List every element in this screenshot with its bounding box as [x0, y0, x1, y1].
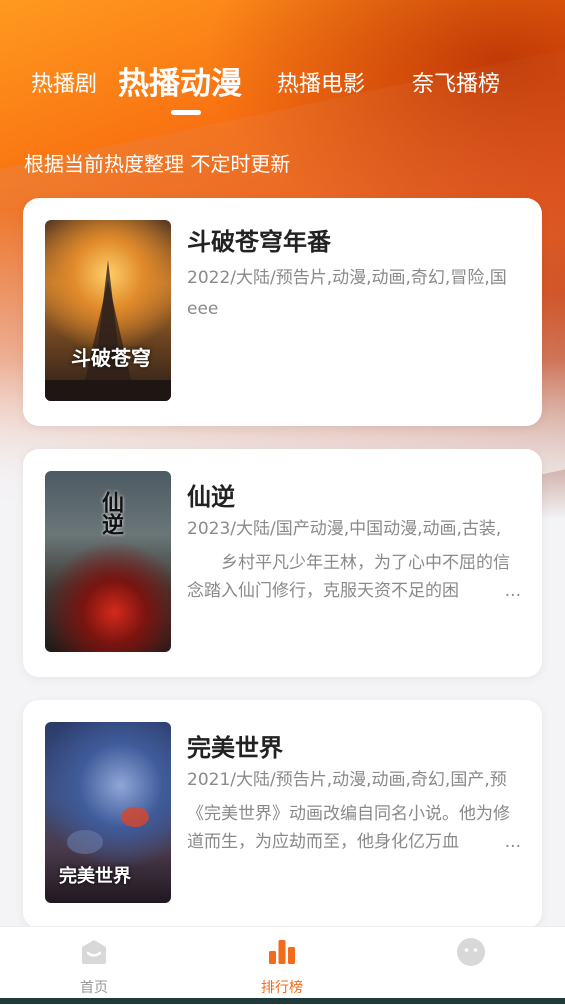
poster-title-text: 仙逆 — [98, 491, 124, 535]
card-description: 《完美世界》动画改编自同名小说。他为修道而生，为应劫而至，他身化亿万血 ... — [187, 800, 521, 856]
nav-ranking[interactable]: 排行榜 — [222, 927, 342, 1005]
card-description-text: 乡村平凡少年王林，为了心中不屈的信念踏入仙门修行，克服天资不足的困 — [187, 553, 510, 601]
nav-profile[interactable] — [411, 927, 531, 1005]
tab-hot-anime[interactable]: 热播动漫 — [118, 58, 242, 103]
ellipsis: ... — [498, 828, 521, 856]
poster-title-text: 斗破苍穹 — [71, 346, 151, 370]
poster-title-text: 完美世界 — [59, 866, 131, 887]
card-title[interactable]: 完美世界 — [187, 728, 283, 763]
tab-hot-movie[interactable]: 热播电影 — [277, 66, 365, 98]
card-meta: 2022/大陆/预告片,动漫,动画,奇幻,冒险,国eee — [187, 268, 507, 319]
anime-card[interactable]: 完美世界 完美世界 2021/大陆/预告片,动漫,动画,奇幻,国产,预 《完美世… — [23, 700, 542, 928]
card-meta: 2021/大陆/预告片,动漫,动画,奇幻,国产,预 — [187, 770, 507, 790]
nav-ranking-label: 排行榜 — [261, 980, 303, 996]
ranking-subtitle: 根据当前热度整理 不定时更新 — [24, 152, 291, 176]
nav-home-label: 首页 — [80, 980, 108, 996]
home-icon — [82, 940, 106, 964]
bottom-navigation: 首页 排行榜 — [0, 926, 565, 1005]
tower-illustration — [45, 260, 171, 401]
card-description-text: 《完美世界》动画改编自同名小说。他为修道而生，为应劫而至，他身化亿万血 — [187, 804, 510, 852]
card-meta: 2023/大陆/国产动漫,中国动漫,动画,古装, — [187, 519, 502, 539]
tab-hot-drama[interactable]: 热播剧 — [31, 66, 97, 98]
poster-image[interactable]: 仙逆 — [45, 471, 171, 652]
poster-image[interactable]: 完美世界 — [45, 722, 171, 903]
anime-card[interactable]: 仙逆 仙逆 2023/大陆/国产动漫,中国动漫,动画,古装, 乡村平凡少年王林，… — [23, 449, 542, 677]
card-title[interactable]: 仙逆 — [187, 477, 235, 512]
system-gesture-bar — [0, 998, 565, 1004]
anime-card[interactable]: 斗破苍穹 斗破苍穹年番 2022/大陆/预告片,动漫,动画,奇幻,冒险,国eee — [23, 198, 542, 426]
card-description: 乡村平凡少年王林，为了心中不屈的信念踏入仙门修行，克服天资不足的困 ... — [187, 549, 521, 605]
poster-image[interactable]: 斗破苍穹 — [45, 220, 171, 401]
ranking-icon — [269, 940, 295, 964]
tab-netflix-ranking[interactable]: 奈飞播榜 — [412, 66, 500, 98]
active-tab-indicator — [171, 110, 201, 115]
ellipsis: ... — [498, 577, 521, 605]
nav-home[interactable]: 首页 — [34, 927, 154, 1005]
category-tabs: 热播剧 热播动漫 热播电影 奈飞播榜 — [0, 52, 565, 112]
profile-icon — [457, 938, 485, 966]
card-title[interactable]: 斗破苍穹年番 — [187, 222, 331, 257]
